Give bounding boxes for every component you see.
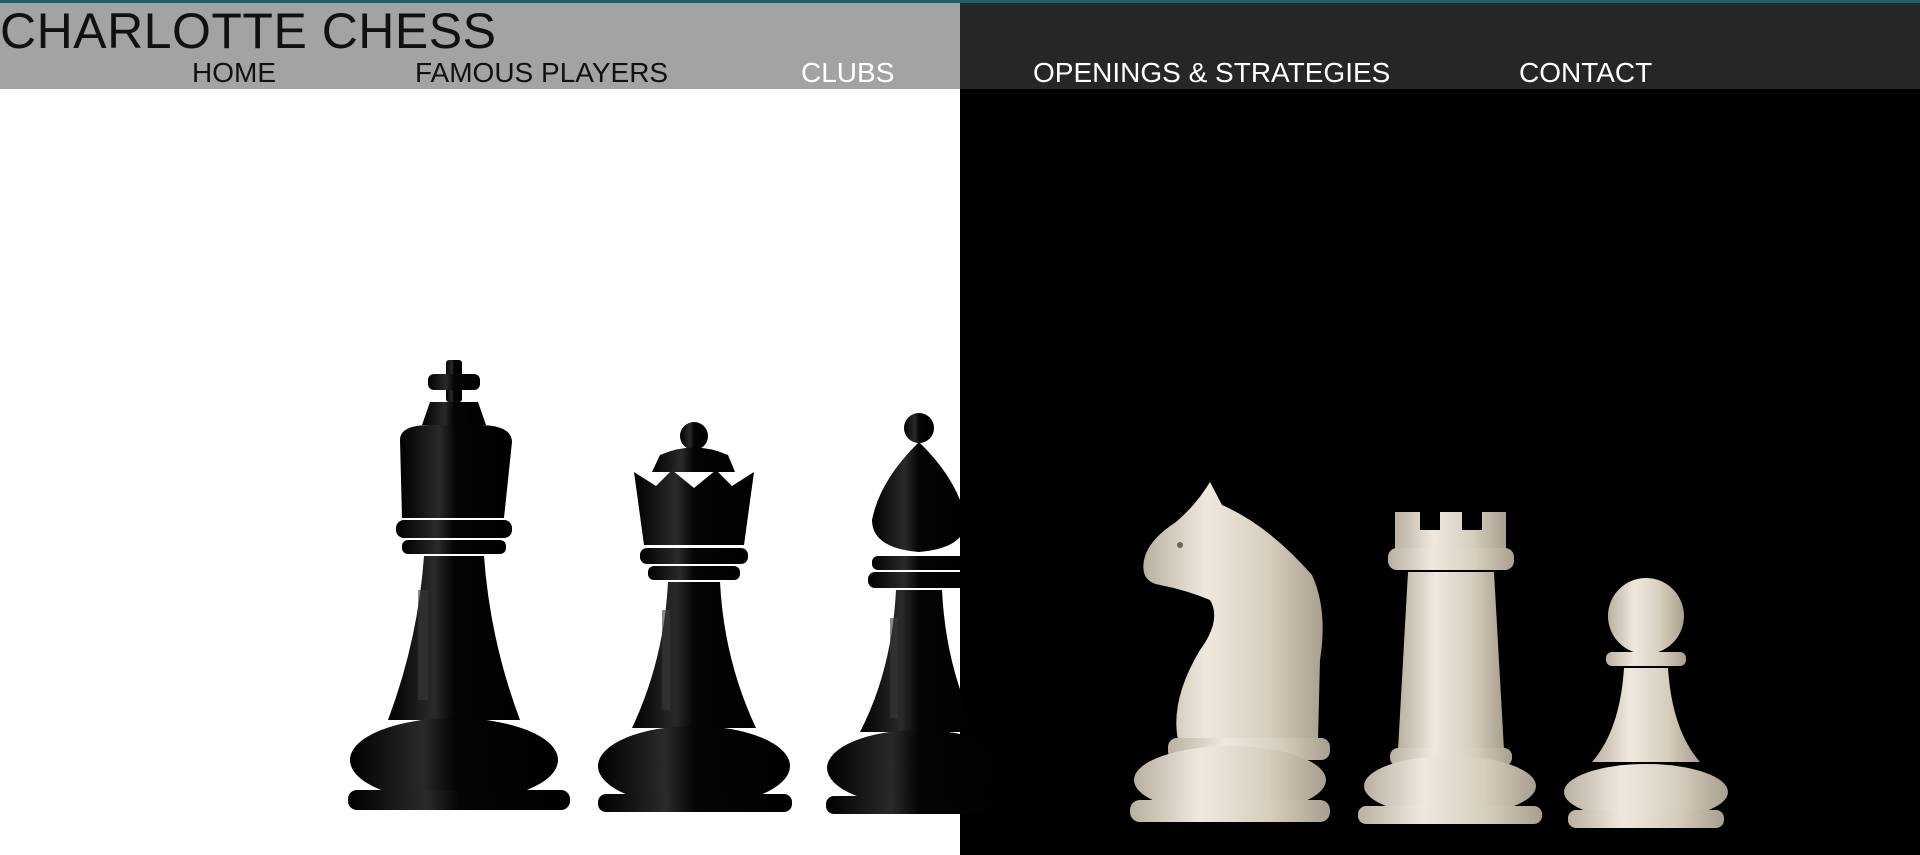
black-king-piece <box>348 360 570 810</box>
white-pawn-piece <box>1564 578 1728 828</box>
hero-chess-pieces-image <box>348 360 1728 828</box>
nav-clubs[interactable]: CLUBS <box>801 57 894 89</box>
nav-famous-players[interactable]: FAMOUS PLAYERS <box>415 57 668 89</box>
nav-openings-strategies[interactable]: OPENINGS & STRATEGIES <box>1033 57 1390 89</box>
top-accent-line <box>0 0 1920 3</box>
nav-contact[interactable]: CONTACT <box>1519 57 1652 89</box>
nav-home[interactable]: HOME <box>192 57 276 89</box>
site-title: CHARLOTTE CHESS <box>0 3 497 59</box>
white-knight-piece <box>1130 482 1330 822</box>
black-bishop-piece <box>826 413 1012 814</box>
black-queen-piece <box>598 422 792 812</box>
white-rook-piece <box>1358 512 1542 824</box>
